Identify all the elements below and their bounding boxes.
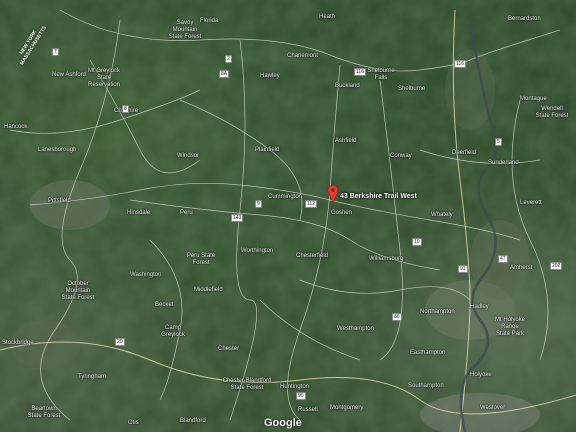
place-label: Leverett: [520, 200, 542, 206]
place-label: Northampton: [420, 309, 455, 315]
place-label: Plainfield: [255, 147, 280, 153]
place-label: Charlemont: [287, 53, 319, 59]
place-label: Conway: [390, 153, 412, 159]
pin-address-label[interactable]: 43 Berkshire Trail West: [340, 193, 417, 200]
route-shield: 47: [498, 255, 508, 263]
route-shield: 9: [255, 200, 262, 208]
route-shield: 112: [305, 200, 317, 208]
place-label: Chester-Blandford State Forest: [222, 378, 272, 391]
place-label: Tyringham: [78, 374, 107, 380]
place-label: Deerfield: [452, 150, 477, 156]
road-network: [0, 9, 576, 432]
place-label: Washington: [130, 272, 162, 278]
place-label: Hawley: [260, 73, 280, 79]
place-label: October Mountain State Forest: [61, 281, 95, 301]
place-label: Lanesborough: [38, 147, 77, 153]
place-label: Hinsdale: [127, 210, 151, 216]
place-label: Chesterfield: [296, 253, 329, 259]
place-label: Florida: [200, 18, 219, 24]
satellite-map[interactable]: NEW YORK MASSACHUSETTS Savoy Mountain State…: [0, 0, 576, 432]
place-label: Montague: [520, 96, 547, 102]
place-label: Wendell State Forest: [535, 106, 569, 119]
place-label: Worthington: [241, 248, 274, 254]
place-label: Montgomery: [330, 405, 364, 411]
place-label: Whately: [431, 212, 453, 218]
place-label: Peru State Forest: [186, 253, 216, 266]
place-label: Mt Greylock State Reservation: [87, 68, 120, 88]
route-shield: 66: [392, 313, 402, 321]
place-label: Shelburne: [398, 86, 426, 92]
route-shield: 10: [412, 238, 422, 246]
route-shield: 202: [550, 262, 563, 270]
place-label: Westover: [480, 405, 506, 411]
place-label: Sunderland: [488, 160, 519, 166]
route-shield: 143: [231, 214, 244, 222]
route-shield: 8A: [219, 70, 230, 78]
place-label: Otis: [128, 420, 139, 426]
place-label: Pittsfield: [48, 198, 71, 204]
google-logo: Google: [264, 417, 302, 429]
place-label: Buckland: [335, 83, 360, 89]
place-label: Hadley: [470, 304, 489, 310]
place-label: Bernardston: [508, 16, 541, 22]
route-shield: 7: [52, 48, 59, 56]
place-label: Cummington: [268, 194, 303, 200]
route-shield: 116: [354, 68, 366, 76]
place-label: Camp Greylock: [161, 325, 185, 338]
route-shield: 116: [454, 60, 466, 68]
place-label: Middlefield: [194, 287, 223, 293]
place-label: Amherst: [510, 265, 533, 271]
place-label: Huntington: [280, 384, 310, 390]
route-shield: 20: [115, 338, 125, 346]
place-label: Stockbridge: [2, 340, 34, 346]
place-label: Russell: [298, 407, 318, 413]
place-label: Southampton: [408, 383, 444, 389]
place-label: New Ashford: [52, 72, 87, 78]
place-label: Blandford: [180, 418, 206, 424]
route-shield: 5: [495, 138, 502, 146]
place-label: Williamsburg: [369, 256, 404, 262]
route-shield: 90: [296, 392, 306, 400]
place-label: Westhampton: [337, 326, 374, 332]
place-label: Becket: [155, 302, 174, 308]
place-label: Heath: [319, 14, 336, 20]
place-label: Beartown State Forest: [27, 406, 61, 419]
route-shield: 2: [225, 55, 232, 63]
place-label: Holyoke: [470, 372, 492, 378]
place-label: Easthampton: [410, 350, 446, 356]
place-label: Peru: [180, 210, 193, 216]
route-shield: 91: [458, 265, 468, 273]
place-label: Hancock: [4, 124, 28, 130]
place-label: Chester: [218, 346, 240, 352]
place-label: Mt Holyoke Range State Park: [494, 317, 525, 337]
place-label: Windsor: [177, 153, 200, 159]
place-label: Goshen: [331, 210, 353, 216]
route-shield: 8: [122, 105, 129, 113]
place-label: Savoy Mountain State Forest: [168, 20, 202, 40]
place-label: Shelburne Falls: [367, 68, 395, 81]
place-label: Ashfield: [335, 138, 357, 144]
